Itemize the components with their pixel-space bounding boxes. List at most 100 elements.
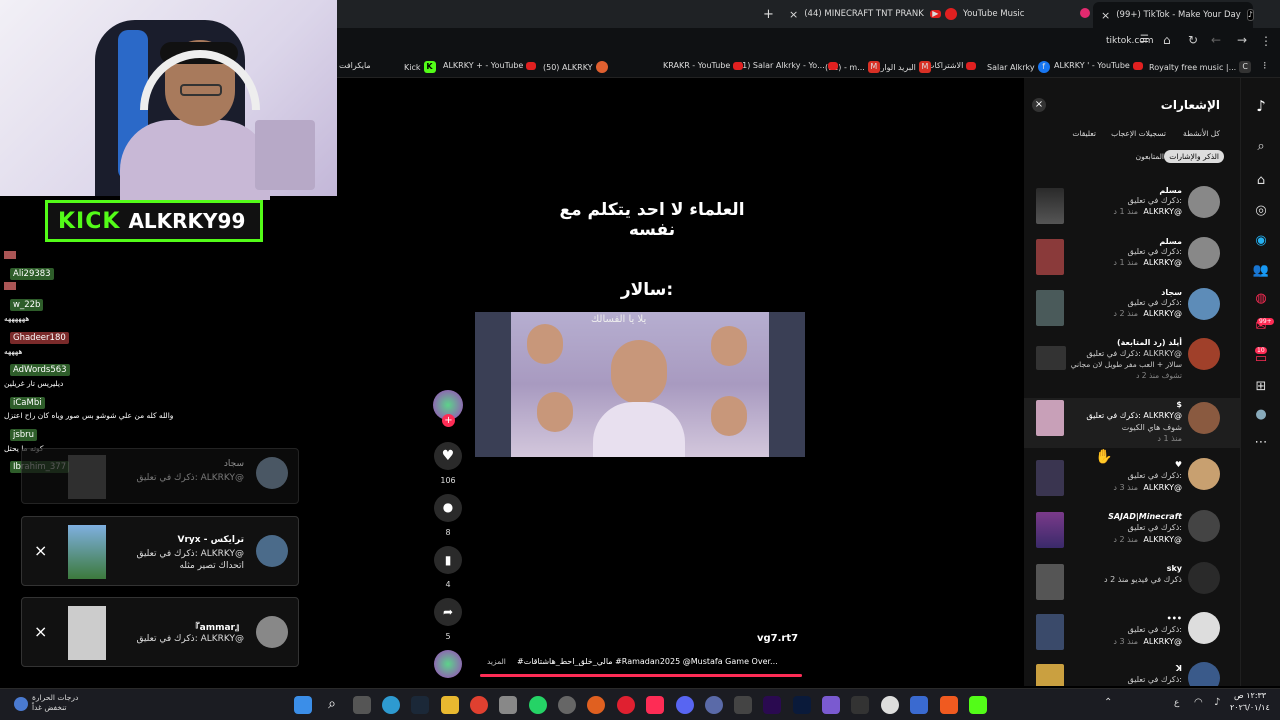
discord-icon[interactable] xyxy=(676,696,694,714)
more-icon[interactable]: ⋯ xyxy=(1249,430,1273,454)
live-icon[interactable]: ◉ xyxy=(1249,228,1273,252)
profile-avatar-icon[interactable]: ● xyxy=(1249,402,1273,426)
bookmark-item[interactable]: Royalty free music |... C xyxy=(1149,61,1252,73)
folder-icon[interactable] xyxy=(441,696,459,714)
app-icon[interactable] xyxy=(969,696,987,714)
close-icon[interactable]: × xyxy=(34,622,47,641)
filter-all[interactable]: كل الأنشطة xyxy=(1183,129,1220,138)
reload-icon[interactable]: ↻ xyxy=(1188,33,1198,47)
close-icon[interactable]: × xyxy=(34,541,47,560)
bookmark-item[interactable]: الاشتراكات xyxy=(927,61,977,70)
clock-date[interactable]: ٢٠٢٦/٠١/١٤ xyxy=(1230,703,1270,712)
search-icon[interactable]: ⌕ xyxy=(1249,134,1273,158)
following-icon[interactable]: 👥 xyxy=(1249,258,1273,282)
like-button[interactable]: ♥ xyxy=(434,442,462,470)
bookmark-item[interactable]: Salar Alkrky f xyxy=(987,61,1050,73)
edge-icon[interactable] xyxy=(382,696,400,714)
bookmark-item[interactable]: KRAKR - YouTube xyxy=(663,61,744,70)
close-icon[interactable]: × xyxy=(1101,9,1110,22)
filter-comments[interactable]: تعليقات xyxy=(1072,129,1096,138)
app-icon[interactable] xyxy=(646,696,664,714)
brave-icon[interactable] xyxy=(940,696,958,714)
app-icon[interactable] xyxy=(734,696,752,714)
notification-card[interactable]: × 『ammar』 ذكرك في تعليق: ALKRKY@ xyxy=(21,597,299,667)
filter-likes[interactable]: تسجيلات الإعجاب xyxy=(1111,129,1166,138)
app-icon[interactable] xyxy=(587,696,605,714)
video-player[interactable]: العلماء لا احد يتكلم مع نفسه سالار: يلا … xyxy=(337,78,1020,686)
notification-item[interactable]: ꓘ ذكرك في تعليق: xyxy=(1024,662,1240,686)
obs-icon[interactable] xyxy=(881,696,899,714)
tab-minecraft[interactable]: × (44) MINECRAFT TNT PRANK ▶ xyxy=(789,4,941,24)
explore-icon[interactable]: ◎ xyxy=(1249,198,1273,222)
notification-item[interactable]: مسلم ذكرك في تعليق: ALKRKY@ منذ 1 د xyxy=(1024,186,1240,236)
menu-icon[interactable]: ⋮ xyxy=(1260,34,1272,48)
notification-item[interactable]: أيلد (رد المتابعة) ذكرك في تعليق: ALKRKY… xyxy=(1024,338,1240,394)
new-tab-button[interactable]: + xyxy=(763,4,774,24)
weather-icon[interactable] xyxy=(14,697,28,711)
notification-card[interactable]: × Vryx - ترايكس ذكرك في تعليق: ALKRKY@ ا… xyxy=(21,516,299,586)
bookmark-item[interactable]: مايكرافت xyxy=(339,61,371,70)
search-icon[interactable]: ⌕ xyxy=(323,696,341,714)
notification-item[interactable]: ••• ذكرك في تعليق: ALKRKY@ منذ 3 د xyxy=(1024,612,1240,662)
notification-item[interactable]: sky ذكرك في فيديو منذ 2 د xyxy=(1024,562,1240,612)
url-field[interactable]: tiktok.com xyxy=(1106,36,1154,46)
bookmark-item[interactable]: ALKRKY ' - YouTube xyxy=(1054,61,1143,70)
chrome-icon[interactable] xyxy=(470,696,488,714)
save-button[interactable]: ▮ xyxy=(434,546,462,574)
notification-card[interactable]: سجاد ذكرك في تعليق: ALKRKY@ xyxy=(21,448,299,504)
bookmark-item[interactable]: (1) Salar Alkrky - Yo... xyxy=(739,61,838,70)
steam-icon[interactable] xyxy=(411,696,429,714)
notification-item[interactable]: SAJAD|Minecraft ذكرك في تعليق: ALKRKY@ م… xyxy=(1024,510,1240,560)
bookmark-item[interactable]: (50) ALKRKY xyxy=(543,61,608,73)
app-icon[interactable] xyxy=(558,696,576,714)
notification-item[interactable]: $ ذكرك في تعليق: ALKRKY@ شوف هاي الكيوت … xyxy=(1024,398,1240,448)
photoshop-icon[interactable] xyxy=(793,696,811,714)
bookmark-item[interactable]: Kick K xyxy=(404,61,436,73)
task-view-icon[interactable] xyxy=(353,696,371,714)
app-icon[interactable] xyxy=(822,696,840,714)
app-icon[interactable] xyxy=(705,696,723,714)
home-icon[interactable]: ⌂ xyxy=(1163,33,1171,47)
tab-tiktok[interactable]: × (99+) TikTok - Make Your Day ♪ xyxy=(1093,2,1254,28)
home-icon[interactable]: ⌂ xyxy=(1249,168,1273,192)
notification-item[interactable]: مسلم ذكرك في تعليق: ALKRKY@ منذ 1 د xyxy=(1024,237,1240,287)
follow-icon[interactable]: + xyxy=(442,414,455,427)
tray-lang[interactable]: ع xyxy=(1174,698,1179,708)
close-icon[interactable]: × xyxy=(1032,98,1046,112)
app-icon[interactable] xyxy=(910,696,928,714)
item-line1: ذكرك في فيديو منذ 2 د xyxy=(1104,575,1182,584)
sound-disc-icon[interactable] xyxy=(434,650,462,678)
tray-wifi-icon[interactable]: ◠ xyxy=(1194,697,1203,708)
tray-volume-icon[interactable]: ♪ xyxy=(1214,697,1220,708)
premiere-icon[interactable] xyxy=(763,696,781,714)
forward-icon[interactable]: → xyxy=(1237,33,1247,47)
live-ring-icon[interactable]: ◍ xyxy=(1249,286,1273,310)
tray-chevron-icon[interactable]: ⌃ xyxy=(1104,697,1112,708)
video-author[interactable]: vg7.rt7 xyxy=(757,633,798,644)
share-button[interactable]: ➦ xyxy=(434,598,462,626)
tiktok-logo-icon[interactable]: ♪ xyxy=(1249,94,1273,118)
item-line2: شوف هاي الكيوت xyxy=(1121,423,1182,432)
more-bookmarks-icon[interactable]: ⁝ xyxy=(1263,59,1267,72)
upload-icon[interactable]: ⊞ xyxy=(1249,374,1273,398)
start-icon[interactable] xyxy=(294,696,312,714)
bookmark-item[interactable]: ALKRKY + - YouTube xyxy=(443,61,537,70)
app-icon[interactable] xyxy=(499,696,517,714)
notification-item[interactable]: ♥ ذكرك في تعليق: ALKRKY@ منذ 3 د xyxy=(1024,458,1240,508)
app-icon[interactable] xyxy=(851,696,869,714)
clock-time[interactable]: ١٢:٣٣ ص xyxy=(1234,691,1266,700)
progress-track[interactable] xyxy=(480,674,802,677)
notification-item[interactable]: سجاد ذكرك في تعليق: ALKRKY@ منذ 2 د xyxy=(1024,288,1240,338)
close-icon[interactable]: × xyxy=(789,8,798,21)
comment-button[interactable]: ● xyxy=(434,494,462,522)
windows-taskbar: درجات الحرارة تنخفض غداً ⌕ ⌃ ع ◠ ♪ ١٢:٣٣… xyxy=(0,688,1280,720)
opera-icon[interactable] xyxy=(617,696,635,714)
filter-mentions[interactable]: الذكر والإشارات xyxy=(1164,150,1224,163)
more-link[interactable]: المزيد xyxy=(487,657,506,666)
back-icon[interactable]: ← xyxy=(1211,33,1221,47)
weather-text[interactable]: درجات الحرارة تنخفض غداً xyxy=(32,693,102,713)
filter-followers[interactable]: المتابعون xyxy=(1136,152,1164,161)
whatsapp-icon[interactable] xyxy=(529,696,547,714)
bookmark-item[interactable]: البريد الوارد M xyxy=(877,61,931,73)
tab-youtube-music[interactable]: YouTube Music xyxy=(945,4,1024,24)
